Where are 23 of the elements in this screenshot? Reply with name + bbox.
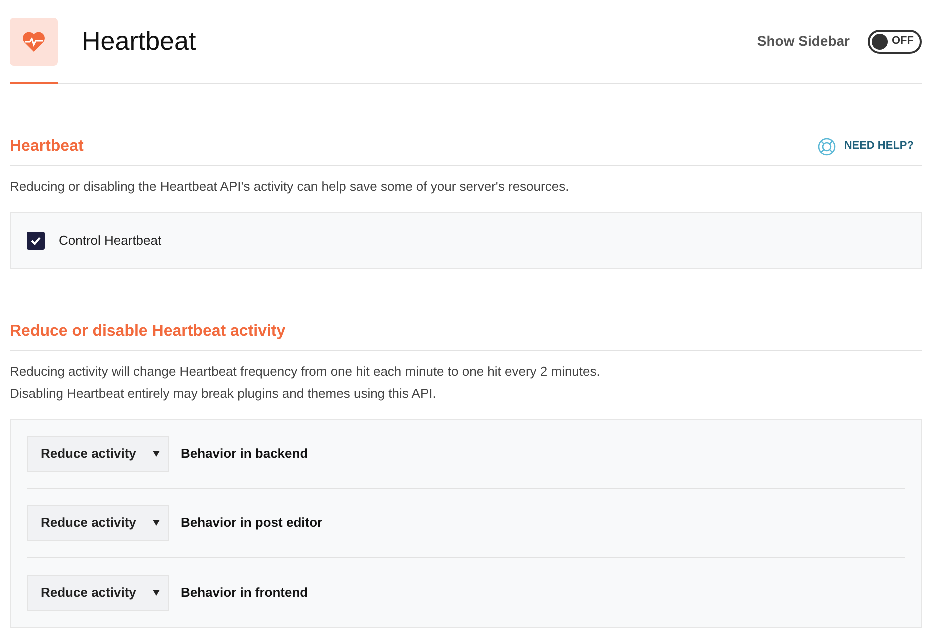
section-heading: Reduce or disable Heartbeat activity: [10, 322, 286, 342]
description-text: Reducing activity will change Heartbeat frequency from one hit each minute to one hit every 2 minutes.: [10, 363, 602, 381]
checkbox-label: Control Heartbeat: [59, 232, 162, 250]
section-heading: Heartbeat: [10, 136, 84, 156]
lifebuoy-icon: [818, 138, 836, 156]
sidebar-toggle[interactable]: OFF: [868, 30, 922, 54]
heartbeat-logo: [10, 18, 58, 66]
caret-icon: [153, 451, 160, 457]
page-title: Heartbeat: [82, 25, 196, 58]
checkbox[interactable]: [27, 232, 45, 250]
description-text: Disabling Heartbeat entirely may break plugins and themes using this API.: [10, 385, 438, 403]
select-label: Behavior in backend: [181, 445, 308, 464]
help-link[interactable]: NEED HELP?: [818, 138, 914, 156]
description-text: Reducing or disabling the Heartbeat API's activity can help save some of your server's resources.: [10, 178, 570, 196]
activity-select[interactable]: Reduce activity: [27, 436, 169, 472]
toggle-label: Show Sidebar: [757, 32, 850, 51]
select-label: Behavior in frontend: [181, 584, 308, 602]
select-label: Behavior in post editor: [181, 514, 323, 532]
caret-icon: [153, 520, 160, 526]
activity-select[interactable]: Reduce activity: [27, 574, 169, 610]
caret-icon: [153, 590, 160, 596]
activity-select[interactable]: Reduce activity: [27, 505, 169, 541]
checkmark-icon: [30, 234, 42, 246]
